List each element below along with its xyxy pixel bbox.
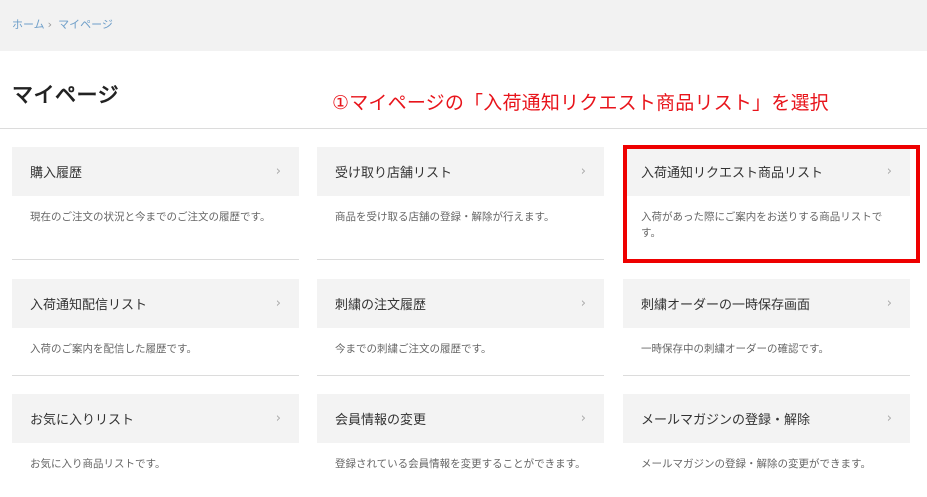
card-label: 入荷通知配信リスト [30, 298, 148, 313]
breadcrumb-bar: ホーム › マイページ [0, 0, 927, 51]
breadcrumb-current: マイページ [58, 18, 113, 31]
card-link-restock-notification-list[interactable]: 入荷通知配信リスト › [12, 279, 299, 328]
card-link-pickup-stores[interactable]: 受け取り店舗リスト › [317, 147, 604, 196]
card-link-newsletter[interactable]: メールマガジンの登録・解除 › [623, 394, 910, 443]
chevron-right-icon: › [886, 411, 892, 426]
card-description: お気に入り商品リストです。 [30, 458, 166, 470]
card-description: メールマガジンの登録・解除の変更ができます。 [641, 458, 871, 470]
title-divider [0, 128, 927, 129]
card-newsletter: メールマガジンの登録・解除 › メールマガジンの登録・解除の変更ができます。 [623, 394, 910, 472]
card-description: 登録されている会員情報を変更することができます。 [335, 458, 586, 470]
chevron-right-icon: › [580, 296, 586, 311]
chevron-right-icon: › [275, 296, 281, 311]
breadcrumb: ホーム › マイページ [12, 16, 113, 32]
card-label: 刺繍オーダーの一時保存画面 [641, 298, 811, 313]
card-label: 受け取り店舗リスト [335, 166, 453, 181]
chevron-right-icon: › [580, 164, 586, 179]
chevron-right-icon: › [275, 164, 281, 179]
card-label: 会員情報の変更 [335, 413, 427, 428]
card-link-purchase-history[interactable]: 購入履歴 › [12, 147, 299, 196]
card-divider [12, 259, 299, 260]
card-label: 刺繍の注文履歴 [335, 298, 427, 313]
card-member-info: 会員情報の変更 › 登録されている会員情報を変更することができます。 [317, 394, 604, 472]
card-embroidery-temp-save: 刺繍オーダーの一時保存画面 › 一時保存中の刺繍オーダーの確認です。 [623, 279, 910, 357]
card-link-embroidery-temp-save[interactable]: 刺繍オーダーの一時保存画面 › [623, 279, 910, 328]
card-description: 今までの刺繍ご注文の履歴です。 [335, 343, 492, 355]
card-description: 入荷のご案内を配信した履歴です。 [30, 343, 197, 355]
breadcrumb-separator-icon: › [47, 17, 53, 31]
card-link-favorites[interactable]: お気に入りリスト › [12, 394, 299, 443]
chevron-right-icon: › [886, 296, 892, 311]
card-restock-notification-list: 入荷通知配信リスト › 入荷のご案内を配信した履歴です。 [12, 279, 299, 357]
card-divider [317, 259, 604, 260]
card-label: 購入履歴 [30, 166, 83, 181]
card-divider [12, 375, 299, 376]
instruction-annotation: ①マイページの「入荷通知リクエスト商品リスト」を選択 [332, 92, 829, 114]
card-label: メールマガジンの登録・解除 [641, 413, 811, 428]
card-favorites: お気に入りリスト › お気に入り商品リストです。 [12, 394, 299, 472]
card-divider [623, 375, 910, 376]
card-link-embroidery-order-history[interactable]: 刺繍の注文履歴 › [317, 279, 604, 328]
card-description: 一時保存中の刺繍オーダーの確認です。 [641, 343, 829, 355]
card-embroidery-order-history: 刺繍の注文履歴 › 今までの刺繍ご注文の履歴です。 [317, 279, 604, 357]
card-purchase-history: 購入履歴 › 現在のご注文の状況と今までのご注文の履歴です。 [12, 147, 299, 225]
card-description: 現在のご注文の状況と今までのご注文の履歴です。 [30, 211, 271, 223]
chevron-right-icon: › [580, 411, 586, 426]
breadcrumb-home-link[interactable]: ホーム [12, 16, 45, 32]
chevron-right-icon: › [275, 411, 281, 426]
card-divider [317, 375, 604, 376]
card-pickup-stores: 受け取り店舗リスト › 商品を受け取る店舗の登録・解除が行えます。 [317, 147, 604, 225]
card-link-member-info[interactable]: 会員情報の変更 › [317, 394, 604, 443]
card-description: 商品を受け取る店舗の登録・解除が行えます。 [335, 211, 555, 223]
card-label: お気に入りリスト [30, 413, 135, 428]
highlight-box [623, 145, 920, 263]
page-title: マイページ [12, 83, 120, 107]
